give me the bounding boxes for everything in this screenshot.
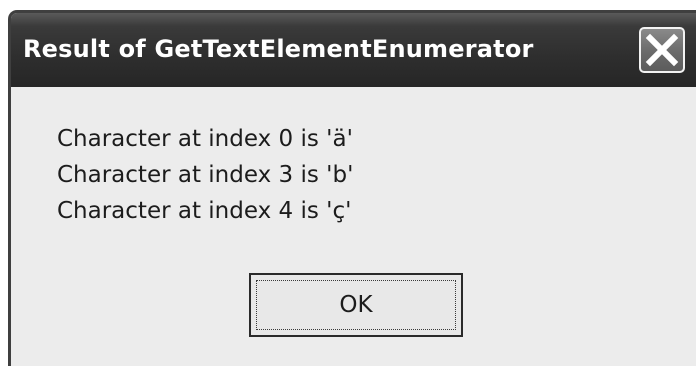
dialog-body: Character at index 0 is 'ä' Character at… (11, 87, 696, 366)
message-line: Character at index 4 is 'ç' (57, 198, 352, 224)
title-bar[interactable]: Result of GetTextElementEnumerator (11, 13, 696, 87)
ok-button[interactable]: OK (249, 273, 463, 337)
window-title: Result of GetTextElementEnumerator (23, 35, 534, 63)
message-line: Character at index 0 is 'ä' (57, 126, 353, 152)
close-icon (641, 29, 683, 71)
message-box-window: Result of GetTextElementEnumerator Chara… (8, 10, 696, 366)
message-text: Character at index 0 is 'ä' Character at… (57, 121, 353, 229)
close-button[interactable] (639, 27, 685, 73)
ok-button-label: OK (256, 280, 456, 330)
message-line: Character at index 3 is 'b' (57, 162, 354, 188)
